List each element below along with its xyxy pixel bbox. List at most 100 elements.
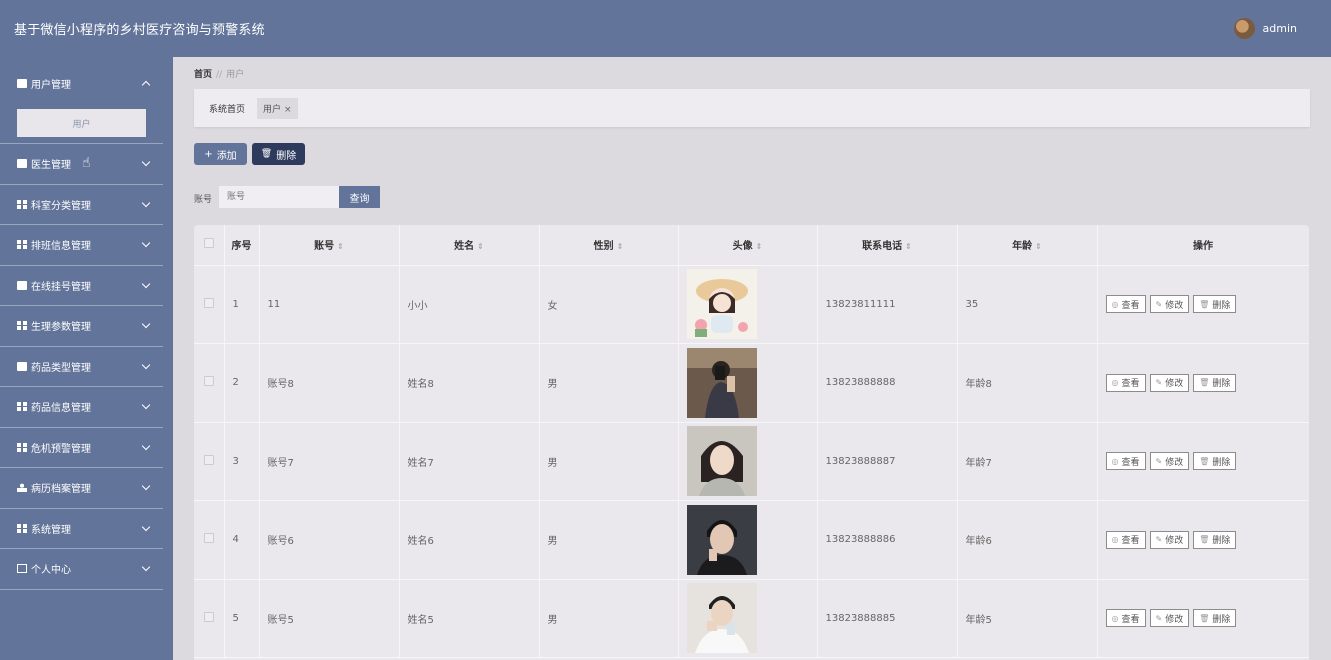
- sidebar-item-records[interactable]: 病历档案管理: [0, 468, 163, 509]
- sidebar-item-schedule[interactable]: 排班信息管理: [0, 225, 163, 266]
- sidebar-item-label: 在线挂号管理: [31, 281, 91, 293]
- person-icon: [17, 483, 27, 493]
- sidebar-item-department[interactable]: 科室分类管理: [0, 185, 163, 225]
- view-button[interactable]: ◎ 查看: [1105, 609, 1146, 628]
- grid-icon: [17, 523, 27, 533]
- account-search-input[interactable]: [219, 186, 339, 208]
- search-button[interactable]: 查询: [339, 186, 380, 208]
- cell-actions: ◎ 查看 ✎ 修改 🗑 删除: [1097, 343, 1309, 423]
- col-gender[interactable]: 性别 ⇕: [539, 225, 679, 266]
- tab-user[interactable]: 用户 ×: [257, 97, 298, 119]
- sidebar-item-label: 医生管理: [31, 160, 71, 172]
- view-button[interactable]: ◎ 查看: [1105, 452, 1146, 471]
- row-checkbox[interactable]: [203, 454, 214, 465]
- row-delete-button[interactable]: 🗑 删除: [1193, 452, 1237, 471]
- close-icon[interactable]: ×: [284, 105, 292, 115]
- sidebar-item-user-manage[interactable]: 用户管理: [0, 57, 163, 109]
- sidebar-item-warning[interactable]: 危机预警管理: [0, 428, 163, 468]
- sidebar-item-system[interactable]: 系统管理: [0, 509, 163, 549]
- edit-button[interactable]: ✎ 修改: [1149, 373, 1190, 392]
- sort-icon[interactable]: ⇕: [756, 242, 763, 251]
- sort-icon[interactable]: ⇕: [477, 242, 484, 251]
- col-account[interactable]: 账号 ⇕: [259, 225, 400, 266]
- sort-icon[interactable]: ⇕: [617, 242, 624, 251]
- edit-button[interactable]: ✎ 修改: [1149, 530, 1190, 549]
- edit-button[interactable]: ✎ 修改: [1149, 609, 1190, 628]
- edit-icon: ✎: [1155, 535, 1163, 545]
- tab-home[interactable]: 系统首页: [203, 98, 251, 119]
- trash-icon: 🗑: [1199, 456, 1210, 466]
- view-button[interactable]: ◎ 查看: [1105, 530, 1146, 549]
- eye-icon: ◎: [1111, 456, 1119, 466]
- sidebar-item-profile[interactable]: 个人中心: [0, 549, 163, 590]
- view-button-label: 查看: [1121, 457, 1140, 468]
- table-row: 4 账号6 姓名6 男 13823888886 年龄6 ◎ 查看 ✎ 修改 🗑 删除: [194, 500, 1309, 580]
- sort-icon[interactable]: ⇕: [1035, 242, 1042, 251]
- user-manage-icon: [17, 78, 27, 88]
- table-row: 3 账号7 姓名7 男 13823888887 年龄7 ◎ 查看 ✎ 修改 🗑 删除: [194, 422, 1309, 501]
- col-avatar[interactable]: 头像 ⇕: [678, 225, 818, 266]
- sort-icon[interactable]: ⇕: [905, 242, 912, 251]
- col-age-label: 年龄: [1012, 241, 1033, 253]
- avatar[interactable]: [1233, 18, 1255, 39]
- avatar-image[interactable]: [686, 583, 817, 654]
- delete-button[interactable]: 🗑 删除: [252, 143, 305, 165]
- col-actions: 操作: [1097, 225, 1309, 266]
- col-age[interactable]: 年龄 ⇕: [957, 225, 1098, 266]
- row-select-cell[interactable]: [194, 579, 225, 658]
- view-button[interactable]: ◎ 查看: [1105, 373, 1146, 392]
- row-delete-button[interactable]: 🗑 删除: [1193, 373, 1237, 392]
- edit-button-label: 修改: [1165, 457, 1184, 468]
- chevron-up-icon: [141, 80, 151, 89]
- row-checkbox[interactable]: [203, 376, 214, 387]
- select-all-cell[interactable]: [194, 225, 225, 266]
- col-name[interactable]: 姓名 ⇕: [399, 225, 540, 266]
- submenu-user: 用户: [0, 109, 163, 144]
- breadcrumb-home[interactable]: 首页: [194, 70, 212, 80]
- cell-actions: ◎ 查看 ✎ 修改 🗑 删除: [1097, 579, 1309, 658]
- avatar-image[interactable]: [686, 347, 817, 418]
- avatar-image[interactable]: [686, 426, 817, 497]
- sidebar-item-vitals[interactable]: 生理参数管理: [0, 306, 163, 347]
- row-delete-button[interactable]: 🗑 删除: [1193, 295, 1237, 314]
- sidebar-item-label: 药品信息管理: [31, 403, 91, 415]
- cell-gender: 男: [539, 422, 679, 501]
- cell-name: 姓名5: [399, 579, 540, 658]
- user-menu[interactable]: admin: [1233, 18, 1297, 39]
- chevron-down-icon: [141, 563, 151, 572]
- add-button[interactable]: + 添加: [194, 143, 247, 165]
- eye-icon: ◎: [1111, 535, 1119, 545]
- avatar-image[interactable]: [686, 269, 817, 340]
- delete-button-label: 删除: [1212, 300, 1231, 311]
- sidebar-item-drug-info[interactable]: 药品信息管理: [0, 387, 163, 428]
- trash-icon: 🗑: [1199, 299, 1210, 309]
- sidebar-subitem-user[interactable]: 用户: [17, 109, 146, 137]
- delete-button-label: 删除: [1212, 614, 1231, 625]
- row-delete-button[interactable]: 🗑 删除: [1193, 530, 1237, 549]
- view-button[interactable]: ◎ 查看: [1105, 295, 1146, 314]
- row-checkbox[interactable]: [203, 611, 214, 622]
- col-phone[interactable]: 联系电话 ⇕: [817, 225, 958, 266]
- row-select-cell[interactable]: [194, 422, 225, 501]
- edit-button[interactable]: ✎ 修改: [1149, 295, 1190, 314]
- row-delete-button[interactable]: 🗑 删除: [1193, 609, 1237, 628]
- sidebar-item-drug-type[interactable]: 药品类型管理: [0, 347, 163, 387]
- user-table: 序号 账号 ⇕ 姓名 ⇕ 性别 ⇕ 头像 ⇕ 联系电话 ⇕ 年龄 ⇕ 操作 1 11 小小女 13…: [194, 225, 1309, 660]
- cell-age: 年龄5: [957, 579, 1098, 658]
- row-select-cell[interactable]: [194, 343, 225, 423]
- select-all-checkbox[interactable]: [203, 238, 214, 249]
- sort-icon[interactable]: ⇕: [337, 242, 344, 251]
- username[interactable]: admin: [1263, 22, 1297, 35]
- sidebar-item-label: 危机预警管理: [31, 443, 91, 455]
- row-checkbox[interactable]: [203, 297, 214, 308]
- cell-avatar: [678, 343, 818, 423]
- edit-button[interactable]: ✎ 修改: [1149, 452, 1190, 471]
- cell-actions: ◎ 查看 ✎ 修改 🗑 删除: [1097, 265, 1309, 344]
- edit-button-label: 修改: [1165, 614, 1184, 625]
- cell-actions: ◎ 查看 ✎ 修改 🗑 删除: [1097, 500, 1309, 580]
- row-select-cell[interactable]: [194, 265, 225, 344]
- row-checkbox[interactable]: [203, 533, 214, 544]
- avatar-image[interactable]: [686, 504, 817, 575]
- row-select-cell[interactable]: [194, 500, 225, 580]
- sidebar-item-registration[interactable]: 在线挂号管理: [0, 266, 163, 306]
